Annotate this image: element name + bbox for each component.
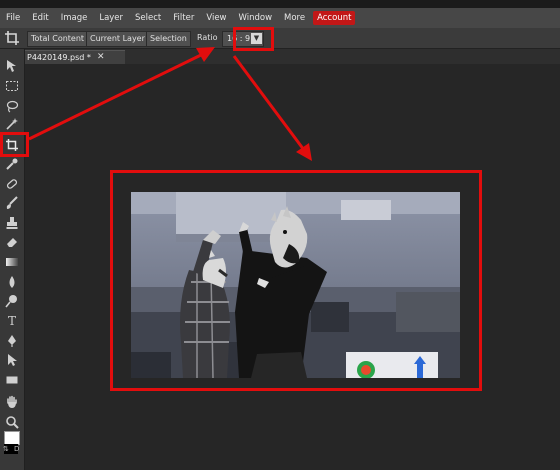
- document-tab-bar: P4420149.psd * ✕: [20, 49, 560, 64]
- close-icon[interactable]: ✕: [97, 51, 105, 64]
- dodge-icon: [5, 295, 17, 308]
- menu-image[interactable]: Image: [55, 8, 94, 28]
- healing-icon: [6, 179, 18, 189]
- brush-tool[interactable]: [3, 195, 21, 211]
- path-select-icon: [8, 354, 17, 366]
- dodge-tool[interactable]: [3, 293, 21, 309]
- gradient-icon: [6, 258, 18, 266]
- hand-tool[interactable]: [3, 394, 21, 410]
- swap-colors-icon[interactable]: ⇅: [3, 444, 9, 454]
- options-bar: Total Content Current Layer Selection Ra…: [0, 28, 560, 49]
- menu-bar: File Edit Image Layer Select Filter View…: [0, 8, 560, 28]
- shape-tool[interactable]: [3, 372, 21, 388]
- blur-tool[interactable]: [3, 274, 21, 290]
- marquee-tool[interactable]: [3, 78, 21, 94]
- menu-file[interactable]: File: [0, 8, 26, 28]
- menu-view[interactable]: View: [200, 8, 232, 28]
- hand-icon: [7, 395, 17, 408]
- crop-tool-highlight-box: [0, 132, 29, 157]
- total-content-button[interactable]: Total Content: [27, 31, 89, 47]
- tools-panel: T: [0, 49, 25, 470]
- canvas-highlight-box: [110, 170, 482, 391]
- menu-layer[interactable]: Layer: [93, 8, 129, 28]
- foreground-color-swatch[interactable]: [4, 431, 20, 445]
- eyedropper-icon: [6, 158, 18, 170]
- eyedropper-tool[interactable]: [3, 156, 21, 172]
- move-tool[interactable]: [3, 58, 21, 74]
- eraser-icon: [7, 238, 17, 247]
- gradient-tool[interactable]: [3, 254, 21, 270]
- crop-icon: [4, 30, 20, 46]
- ratio-label: Ratio: [197, 33, 218, 42]
- current-layer-button[interactable]: Current Layer: [86, 31, 149, 47]
- shape-icon: [6, 376, 18, 384]
- document-tab[interactable]: P4420149.psd * ✕: [25, 50, 125, 64]
- path-select-tool[interactable]: [3, 352, 21, 368]
- menu-filter[interactable]: Filter: [167, 8, 200, 28]
- menu-edit[interactable]: Edit: [26, 8, 54, 28]
- pen-icon: [8, 335, 16, 347]
- zoom-tool[interactable]: [3, 414, 21, 430]
- ratio-highlight-box: [233, 27, 274, 51]
- magic-wand-icon: [6, 118, 18, 130]
- stamp-icon: [6, 217, 18, 229]
- default-colors-icon[interactable]: D: [14, 444, 19, 454]
- lasso-tool[interactable]: [3, 98, 21, 114]
- move-icon: [7, 60, 16, 72]
- window-top-strip: [0, 0, 560, 8]
- blur-icon: [9, 276, 15, 288]
- zoom-icon: [6, 416, 19, 429]
- magic-wand-tool[interactable]: [3, 116, 21, 132]
- stamp-tool[interactable]: [3, 215, 21, 231]
- marquee-icon: [6, 81, 18, 91]
- menu-select[interactable]: Select: [129, 8, 167, 28]
- lasso-icon: [6, 100, 19, 113]
- document-tab-name: P4420149.psd *: [27, 53, 91, 62]
- selection-button[interactable]: Selection: [146, 31, 191, 47]
- menu-window[interactable]: Window: [233, 8, 279, 28]
- brush-icon: [6, 196, 18, 209]
- menu-more[interactable]: More: [278, 8, 311, 28]
- eraser-tool[interactable]: [3, 234, 21, 250]
- pen-tool[interactable]: [3, 333, 21, 349]
- healing-tool[interactable]: [3, 176, 21, 192]
- menu-account[interactable]: Account: [313, 11, 356, 25]
- type-tool[interactable]: T: [3, 313, 21, 329]
- type-icon: T: [7, 314, 16, 328]
